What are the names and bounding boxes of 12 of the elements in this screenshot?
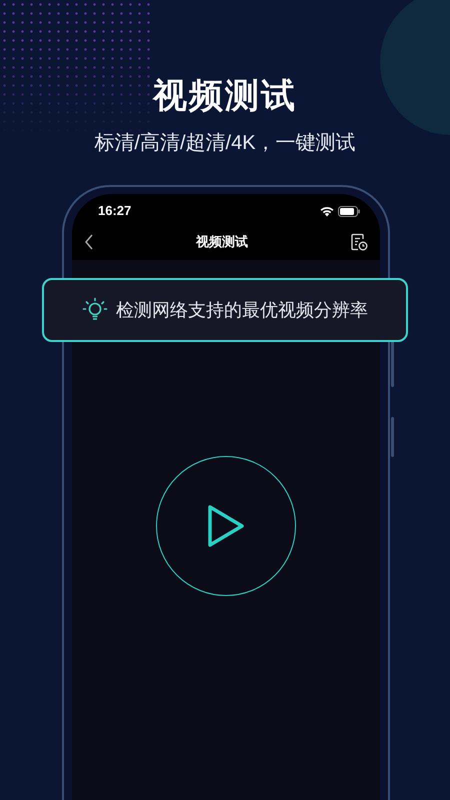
screen-title: 视频测试 xyxy=(196,233,248,252)
play-button[interactable] xyxy=(156,456,296,596)
lightbulb-icon xyxy=(82,297,108,323)
status-time: 16:27 xyxy=(98,202,132,220)
page-subtitle: 标清/高清/超清/4K，一键测试 xyxy=(94,131,356,156)
play-icon xyxy=(207,504,245,548)
back-icon[interactable] xyxy=(84,234,94,250)
page-title: 视频测试 xyxy=(153,76,297,117)
tip-text: 检测网络支持的最优视频分辨率 xyxy=(116,298,368,322)
history-icon[interactable] xyxy=(350,233,368,251)
battery-icon xyxy=(338,206,360,216)
wifi-icon xyxy=(320,206,334,216)
